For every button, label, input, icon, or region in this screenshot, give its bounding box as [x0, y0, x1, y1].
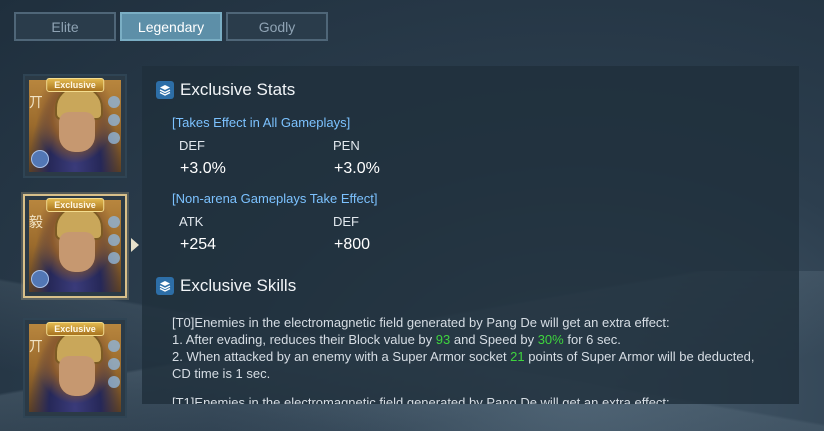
face-art	[59, 112, 95, 152]
stack-icon	[156, 81, 174, 99]
rank-glyph-icon: 丌	[29, 94, 43, 110]
face-art	[59, 356, 95, 396]
stat-label-def: DEF	[179, 138, 205, 153]
exclusive-badge: Exclusive	[46, 322, 104, 336]
stat-label-atk: ATK	[179, 214, 204, 229]
tab-legendary[interactable]: Legendary	[120, 12, 222, 41]
stack-icon	[156, 277, 174, 295]
star-orbs	[108, 340, 120, 388]
face-art	[59, 232, 95, 272]
non-arena-header: [Non-arena Gameplays Take Effect]	[172, 191, 378, 206]
tab-godly[interactable]: Godly	[226, 12, 328, 41]
skill-t0-line2: 1. After evading, reduces their Block va…	[172, 332, 621, 347]
star-orbs	[108, 96, 120, 144]
stat-label-def-2: DEF	[333, 214, 359, 229]
hero-portrait-3[interactable]: 丌 Exclusive	[23, 318, 127, 418]
level-icon	[31, 150, 49, 168]
section-title-text: Exclusive Skills	[180, 276, 297, 295]
exclusive-stats-header: Exclusive Stats	[156, 80, 295, 100]
exclusive-detail-panel[interactable]: Exclusive Stats [Takes Effect in All Gam…	[142, 66, 799, 404]
skill-t0-line1: [T0]Enemies in the electromagnetic field…	[172, 315, 670, 330]
tab-elite[interactable]: Elite	[14, 12, 116, 41]
section-title-text: Exclusive Stats	[180, 80, 296, 99]
exclusive-badge: Exclusive	[46, 198, 104, 212]
skill-t1-description: [T1]Enemies in the electromagnetic field…	[172, 395, 670, 404]
skill-t0-description: [T0]Enemies in the electromagnetic field…	[172, 314, 772, 382]
level-icon	[31, 270, 49, 288]
exclusive-skills-header: Exclusive Skills	[156, 276, 296, 296]
stat-label-pen: PEN	[333, 138, 360, 153]
selection-arrow-icon	[131, 238, 139, 252]
hero-portrait-1[interactable]: 丌 Exclusive	[23, 74, 127, 178]
exclusive-badge: Exclusive	[46, 78, 104, 92]
all-gameplays-header: [Takes Effect in All Gameplays]	[172, 115, 351, 130]
rank-glyph-icon: 丌	[29, 338, 43, 354]
stat-value-def-2: +800	[334, 236, 371, 253]
star-orbs	[108, 216, 120, 264]
stat-value-def: +3.0%	[180, 160, 226, 177]
stat-value-atk: +254	[180, 236, 217, 253]
stat-value-pen: +3.0%	[334, 160, 380, 177]
hero-portrait-2-selected[interactable]: 毅 Exclusive	[23, 194, 127, 298]
rank-glyph-icon: 毅	[29, 214, 43, 230]
tier-tabs: Elite Legendary Godly	[14, 12, 328, 41]
skill-t0-line3: 2. When attacked by an enemy with a Supe…	[172, 349, 755, 381]
